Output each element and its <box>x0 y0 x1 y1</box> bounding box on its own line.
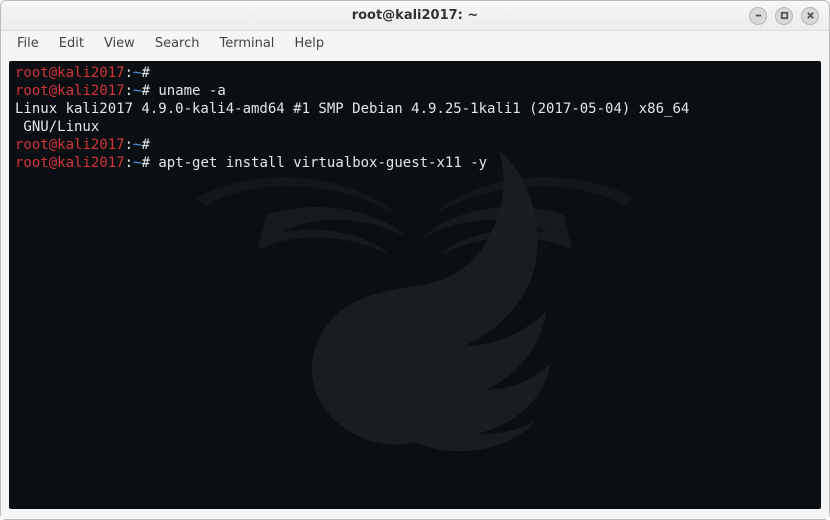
output-line: Linux kali2017 4.9.0-kali4-amd64 #1 SMP … <box>15 101 815 119</box>
kali-dragon-icon <box>135 128 695 478</box>
output-line: GNU/Linux <box>15 119 815 137</box>
terminal-content: root@kali2017:~# root@kali2017:~# uname … <box>15 65 815 172</box>
prompt-line: root@kali2017:~# <box>15 65 815 83</box>
minimize-icon <box>754 11 763 20</box>
menu-terminal[interactable]: Terminal <box>209 33 284 54</box>
menubar: File Edit View Search Terminal Help <box>1 31 829 55</box>
terminal-container: root@kali2017:~# root@kali2017:~# uname … <box>1 55 829 519</box>
prompt-line: root@kali2017:~# <box>15 137 815 155</box>
terminal-window: root@kali2017: ~ File Edit View Search T… <box>0 0 830 520</box>
close-button[interactable] <box>801 7 819 25</box>
menu-edit[interactable]: Edit <box>49 33 94 54</box>
minimize-button[interactable] <box>749 7 767 25</box>
prompt-line: root@kali2017:~# uname -a <box>15 83 815 101</box>
window-title: root@kali2017: ~ <box>352 8 479 23</box>
prompt-line: root@kali2017:~# apt-get install virtual… <box>15 155 815 173</box>
maximize-button[interactable] <box>775 7 793 25</box>
maximize-icon <box>780 11 789 20</box>
titlebar: root@kali2017: ~ <box>1 1 829 31</box>
window-controls <box>749 7 819 25</box>
close-icon <box>806 11 815 20</box>
menu-search[interactable]: Search <box>145 33 210 54</box>
terminal[interactable]: root@kali2017:~# root@kali2017:~# uname … <box>9 61 821 509</box>
menu-file[interactable]: File <box>7 33 49 54</box>
menu-view[interactable]: View <box>94 33 145 54</box>
menu-help[interactable]: Help <box>284 33 334 54</box>
